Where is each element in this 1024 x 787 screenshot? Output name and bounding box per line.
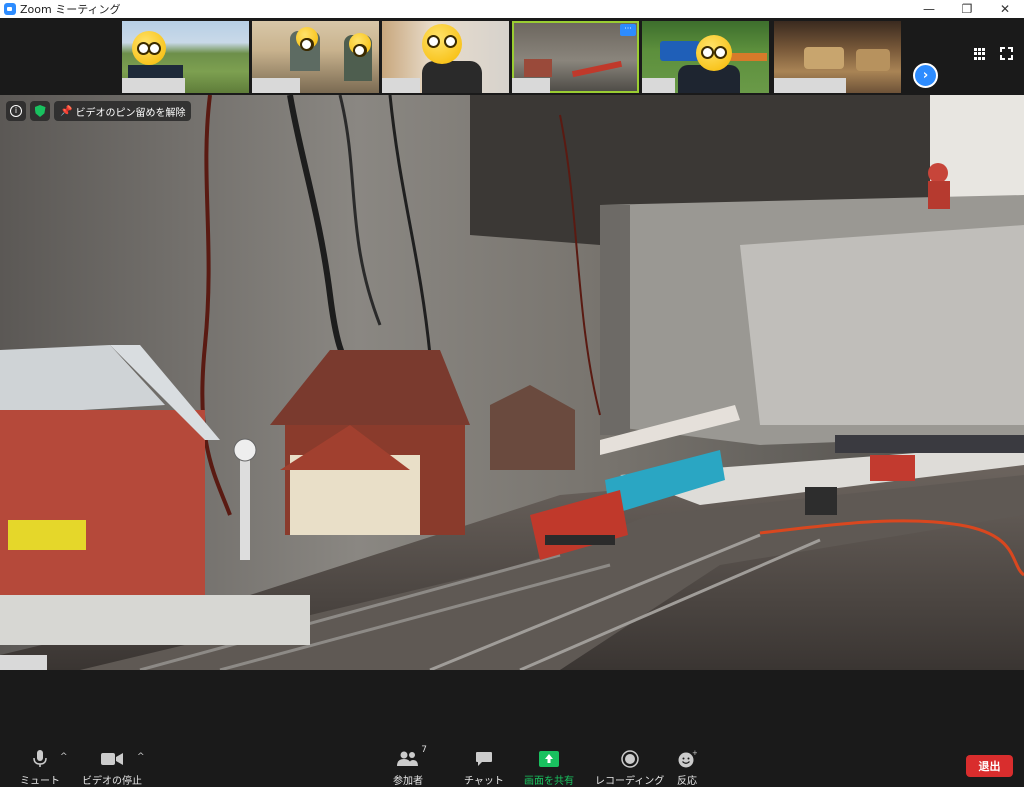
audio-options-caret-icon[interactable]: ^ [60,752,68,762]
gallery-view-grid-icon[interactable] [974,48,986,60]
unpin-video-button[interactable]: 📌 ビデオのピン留めを解除 [54,101,192,121]
thumb-furniture [804,47,844,69]
thumb-furniture [856,49,890,71]
name-label-bar [122,78,185,93]
encryption-shield-button[interactable] [30,101,50,121]
record-button[interactable]: レコーディング [595,750,664,787]
unpin-video-label: ビデオのピン留めを解除 [75,107,186,119]
participant-shoulders [128,65,183,78]
microphone-icon [33,750,47,768]
emoji-avatar-icon [296,27,318,51]
window-controls: — ❐ ✕ [910,0,1024,18]
emoji-avatar-icon [422,24,462,64]
mute-button[interactable]: ミュート [20,750,60,787]
participant-thumbnail-6[interactable] [774,21,901,93]
video-info-pills: i 📌 ビデオのピン留めを解除 [6,101,192,121]
meeting-toolbar: ミュート ^ ビデオの停止 ^ 7 参加者 チャット 画面を共有 レコーディング [0,670,1024,787]
participant-shoulders [422,61,482,93]
name-label-bar [252,78,300,93]
chat-bubble-icon [475,750,493,768]
main-video-feed: i 📌 ビデオのピン留めを解除 [0,95,1024,670]
model-railway-scene [0,95,1024,670]
participant-thumbnail-5[interactable] [642,21,769,93]
participant-thumbnail-1[interactable] [122,21,249,93]
more-options-button[interactable]: ··· [620,24,636,36]
reactions-button[interactable]: + 反応 [677,750,697,787]
chat-button[interactable]: チャット [464,750,504,787]
speaker-name-tag [0,655,47,670]
participant-thumbnail-3[interactable] [382,21,509,93]
participants-button[interactable]: 7 参加者 [393,745,427,787]
minimize-button[interactable]: — [910,0,948,18]
shield-icon [34,105,46,117]
emoji-avatar-icon [349,33,371,57]
participant-thumbnail-2[interactable] [252,21,379,93]
svg-text:+: + [692,750,697,757]
video-camera-icon [101,750,123,768]
emoji-avatar-icon [696,35,732,71]
emoji-avatar-icon [132,31,166,65]
name-label-bar [642,78,675,93]
thumb-building [524,59,552,77]
title-bar: Zoom ミーティング — ❐ ✕ [0,0,1024,18]
thumb-train [571,60,623,78]
leave-meeting-button[interactable]: 退出 [966,755,1013,777]
info-icon: i [10,105,22,117]
smiley-icon: + [677,750,697,768]
zoom-app-icon [4,3,16,15]
close-button[interactable]: ✕ [986,0,1024,18]
participants-count: 7 [421,745,427,755]
stop-video-button[interactable]: ビデオの停止 [82,750,142,787]
name-label-bar [512,78,550,93]
name-label-bar [774,78,846,93]
pin-icon: 📌 [60,105,73,117]
name-label-bar [382,78,420,93]
restore-button[interactable]: ❐ [948,0,986,18]
participant-thumbnail-strip: ··· › [0,18,1024,95]
record-icon [620,750,639,768]
share-screen-button[interactable]: 画面を共有 [524,750,574,787]
participant-thumbnail-4[interactable]: ··· [512,21,639,93]
next-page-button[interactable]: › [913,63,938,88]
fullscreen-icon[interactable] [999,46,1014,61]
share-screen-icon [539,750,559,768]
window-title: Zoom ミーティング [20,3,121,16]
participants-icon: 7 [397,745,427,768]
meeting-info-button[interactable]: i [6,101,26,121]
video-options-caret-icon[interactable]: ^ [137,752,145,762]
thumb-blue-engine [660,41,700,61]
